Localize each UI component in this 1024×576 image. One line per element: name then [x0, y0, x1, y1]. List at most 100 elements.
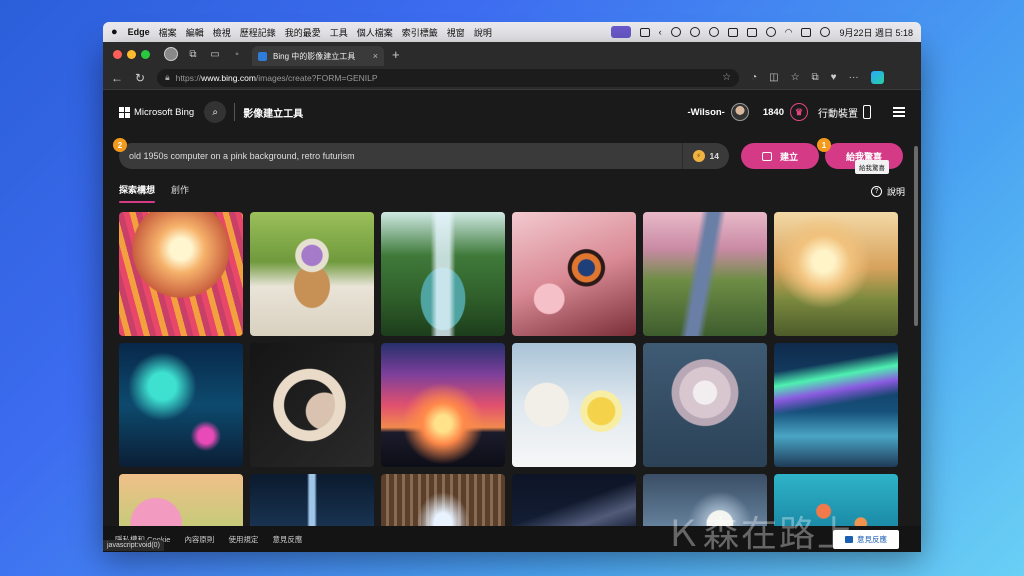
mobile-label[interactable]: 行動裝置 — [818, 105, 858, 120]
glasses-icon[interactable] — [689, 27, 700, 37]
menu-view[interactable]: 檢視 — [213, 26, 231, 39]
thumbnail-rider-silhouette-sunset[interactable] — [381, 343, 505, 467]
page-title[interactable]: 影像建立工具 — [243, 105, 303, 120]
favorites-icon[interactable]: ☆ — [791, 72, 800, 83]
thumbnail-white-flower-bouquet[interactable] — [643, 343, 767, 467]
favorite-star-icon[interactable]: ☆ — [722, 72, 731, 83]
help-label: 說明 — [886, 186, 905, 197]
thumbnail-cherry-blossom-stream[interactable] — [643, 212, 767, 336]
browser-essentials-icon[interactable]: ♥ — [831, 72, 837, 83]
microsoft-logo-icon[interactable] — [119, 106, 130, 118]
user-switch-icon[interactable] — [765, 27, 776, 37]
create-label: 建立 — [779, 151, 798, 162]
minimize-window-button[interactable] — [127, 49, 136, 59]
back-arrow-icon[interactable]: ← — [111, 71, 123, 85]
collapsed-tab-icon[interactable]: ◦ — [230, 47, 244, 61]
boost-count: 14 — [709, 151, 719, 161]
bing-image-creator-page: Microsoft Bing ⌕ 影像建立工具 -Wilson- 1840 ♛ … — [103, 90, 921, 552]
profile-avatar-icon[interactable] — [164, 47, 178, 61]
tab-bar: ⧉ ▭ ◦ Bing 中的影像建立工具 × + — [103, 42, 921, 66]
thumbnail-fantasy-glowing-forest[interactable] — [119, 343, 243, 467]
prompt-input[interactable]: old 1950s computer on a pink background,… — [119, 143, 729, 169]
footer-content-policy-link[interactable]: 內容原則 — [184, 534, 214, 545]
control-center-icon[interactable] — [801, 27, 812, 37]
prompt-row: old 1950s computer on a pink background,… — [103, 134, 921, 178]
thumbnail-tulip-field-sunset[interactable] — [119, 212, 243, 336]
surprise-tooltip: 給我驚喜 — [855, 160, 889, 174]
tab-creations[interactable]: 創作 — [171, 183, 189, 199]
footer-terms-link[interactable]: 使用規定 — [228, 534, 258, 545]
extension-icon[interactable]: ◔ — [751, 72, 757, 83]
browser-window: ⧉ ▭ ◦ Bing 中的影像建立工具 × + ← ↻ 🔒︎ https://w… — [103, 42, 921, 552]
thumbnail-aurora-coast[interactable] — [774, 343, 898, 467]
thumbnail-waterfall-rainbow[interactable] — [381, 212, 505, 336]
tab-explore-ideas[interactable]: 探索構想 — [119, 183, 156, 203]
collections-icon[interactable]: ⧉ — [812, 72, 819, 83]
window-icon[interactable] — [639, 27, 650, 37]
close-tab-icon[interactable]: × — [373, 51, 378, 61]
macos-menu-bar: ● Edge 檔案 編輯 檢視 歷程記錄 我的最愛 工具 個人檔案 索引標籤 視… — [103, 22, 921, 42]
menubar-datetime[interactable]: 9月22日 週日 5:18 — [839, 26, 913, 39]
user-name[interactable]: -Wilson- — [687, 107, 724, 118]
brand-name[interactable]: Microsoft Bing — [134, 107, 194, 118]
thumbnail-crescent-moon-flowers[interactable] — [250, 343, 374, 467]
thumbnail-polar-bears-lemonade[interactable] — [512, 343, 636, 467]
url-scheme: https:// — [175, 72, 202, 83]
tab-actions-icon[interactable]: ▭ — [208, 47, 222, 61]
siri-icon[interactable] — [820, 27, 831, 37]
workspaces-icon[interactable]: ⧉ — [186, 47, 200, 61]
lock-icon[interactable]: 🔒︎ — [165, 72, 170, 83]
new-tab-button[interactable]: + — [392, 47, 400, 62]
record-icon[interactable] — [670, 27, 681, 37]
phone-icon[interactable] — [863, 105, 871, 119]
menu-app-edge[interactable]: Edge — [128, 27, 150, 37]
refresh-icon[interactable]: ↻ — [135, 71, 145, 85]
url-path: /images/create?FORM=GENILP — [255, 72, 378, 83]
menu-favorites[interactable]: 我的最愛 — [285, 26, 321, 39]
footer-feedback-link[interactable]: 意見反應 — [272, 534, 302, 545]
keyboard-input-icon[interactable] — [610, 26, 631, 38]
help-link[interactable]: ? 說明 — [870, 185, 905, 198]
hamburger-menu-icon[interactable] — [893, 107, 905, 117]
k-app-icon[interactable] — [727, 27, 738, 37]
image-add-icon — [761, 151, 772, 161]
prompt-divider — [681, 143, 683, 169]
close-window-button[interactable] — [113, 49, 122, 59]
play-icon[interactable] — [708, 27, 719, 37]
menu-history[interactable]: 歷程記錄 — [240, 26, 276, 39]
wifi-icon[interactable]: ◠ — [785, 27, 793, 38]
header-right: -Wilson- 1840 ♛ 行動裝置 — [687, 103, 905, 121]
menu-edit[interactable]: 編輯 — [186, 26, 204, 39]
battery-icon[interactable] — [746, 27, 757, 37]
copilot-icon[interactable] — [870, 71, 884, 84]
header-divider — [234, 103, 236, 121]
thumbnail-picnic-flower-basket[interactable] — [250, 212, 374, 336]
thumbnail-butterfly-cherry-blossom[interactable] — [512, 212, 636, 336]
split-screen-icon[interactable]: ◫ — [769, 72, 778, 83]
menu-tools[interactable]: 工具 — [330, 26, 348, 39]
prompt-text[interactable]: old 1950s computer on a pink background,… — [129, 151, 682, 161]
address-bar[interactable]: 🔒︎ https://www.bing.com/images/create?FO… — [157, 68, 740, 87]
thumbnail-park-kite-sunset[interactable] — [774, 212, 898, 336]
more-options-icon[interactable]: ··· — [849, 72, 859, 83]
tab-bing-image-creator[interactable]: Bing 中的影像建立工具 × — [252, 46, 384, 66]
chevron-left-icon[interactable]: ‹ — [659, 27, 662, 37]
user-avatar[interactable] — [730, 103, 749, 121]
apple-menu-icon[interactable]: ● — [111, 26, 118, 38]
watermark: Ｋ森在路上 — [665, 514, 856, 555]
rewards-trophy-icon[interactable]: ♛ — [790, 103, 808, 121]
url-host: www.bing.com — [201, 72, 256, 83]
menu-file[interactable]: 檔案 — [159, 26, 177, 39]
create-button[interactable]: 建立 — [741, 143, 819, 169]
rewards-points[interactable]: 1840 — [763, 107, 784, 118]
boost-coin-icon: ⚡︎ — [692, 150, 705, 162]
zoom-window-button[interactable] — [141, 49, 150, 59]
menu-help[interactable]: 說明 — [474, 26, 492, 39]
search-icon[interactable]: ⌕ — [204, 101, 227, 123]
bing-header: Microsoft Bing ⌕ 影像建立工具 -Wilson- 1840 ♛ … — [103, 90, 921, 134]
menubar-status-area: ‹ ◠ 9月22日 週日 5:18 — [610, 26, 913, 39]
menu-window[interactable]: 視窗 — [447, 26, 465, 39]
menu-tabs[interactable]: 索引標籤 — [402, 26, 438, 39]
page-scrollbar[interactable] — [914, 146, 918, 326]
menu-profile[interactable]: 個人檔案 — [357, 26, 393, 39]
